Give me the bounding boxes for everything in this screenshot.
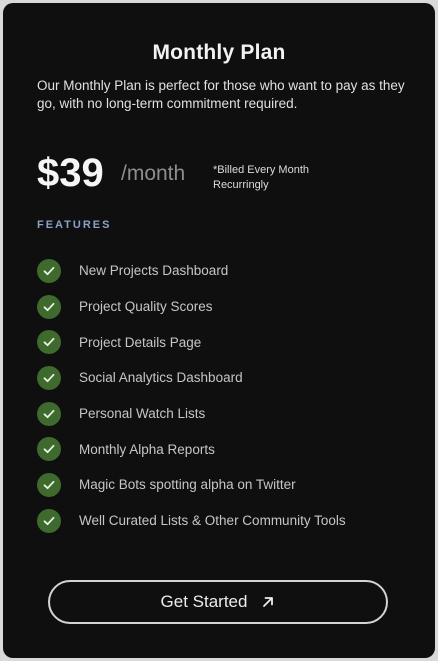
feature-item: Monthly Alpha Reports bbox=[37, 431, 427, 467]
feature-label: Magic Bots spotting alpha on Twitter bbox=[79, 477, 296, 493]
billing-note: *Billed Every Month Recurringly bbox=[213, 164, 309, 191]
check-circle-icon bbox=[37, 258, 61, 283]
get-started-button[interactable]: Get Started bbox=[48, 580, 388, 624]
check-circle-icon bbox=[37, 508, 61, 533]
feature-item: Personal Watch Lists bbox=[37, 396, 427, 432]
price-period: /month bbox=[121, 162, 186, 185]
feature-label: Project Quality Scores bbox=[79, 299, 213, 315]
features-heading: FEATURES bbox=[37, 219, 112, 231]
feature-item: Social Analytics Dashboard bbox=[37, 360, 427, 396]
feature-label: Social Analytics Dashboard bbox=[79, 370, 243, 386]
check-circle-icon bbox=[37, 294, 61, 319]
feature-item: Well Curated Lists & Other Community Too… bbox=[37, 503, 427, 539]
feature-label: Project Details Page bbox=[79, 334, 202, 350]
get-started-label: Get Started bbox=[160, 592, 248, 611]
check-circle-icon bbox=[37, 472, 61, 497]
plan-title: Monthly Plan bbox=[152, 41, 286, 64]
price-amount: $39 bbox=[37, 151, 104, 195]
feature-label: Well Curated Lists & Other Community Too… bbox=[79, 513, 346, 529]
pricing-card: Monthly Plan Our Monthly Plan is perfect… bbox=[3, 3, 435, 658]
price-row: $39 /month *Billed Every Month Recurring… bbox=[37, 151, 417, 211]
feature-label: New Projects Dashboard bbox=[79, 263, 229, 279]
feature-list: New Projects Dashboard Project Quality S… bbox=[37, 253, 427, 539]
feature-item: Project Details Page bbox=[37, 324, 427, 360]
feature-item: Magic Bots spotting alpha on Twitter bbox=[37, 467, 427, 503]
feature-item: Project Quality Scores bbox=[37, 289, 427, 325]
feature-item: New Projects Dashboard bbox=[37, 253, 427, 289]
check-circle-icon bbox=[37, 437, 61, 462]
arrow-up-right-icon bbox=[261, 595, 275, 609]
check-circle-icon bbox=[37, 330, 61, 355]
check-circle-icon bbox=[37, 365, 61, 390]
feature-label: Personal Watch Lists bbox=[79, 406, 206, 422]
check-circle-icon bbox=[37, 401, 61, 426]
plan-description: Our Monthly Plan is perfect for those wh… bbox=[37, 78, 405, 111]
feature-label: Monthly Alpha Reports bbox=[79, 441, 215, 457]
